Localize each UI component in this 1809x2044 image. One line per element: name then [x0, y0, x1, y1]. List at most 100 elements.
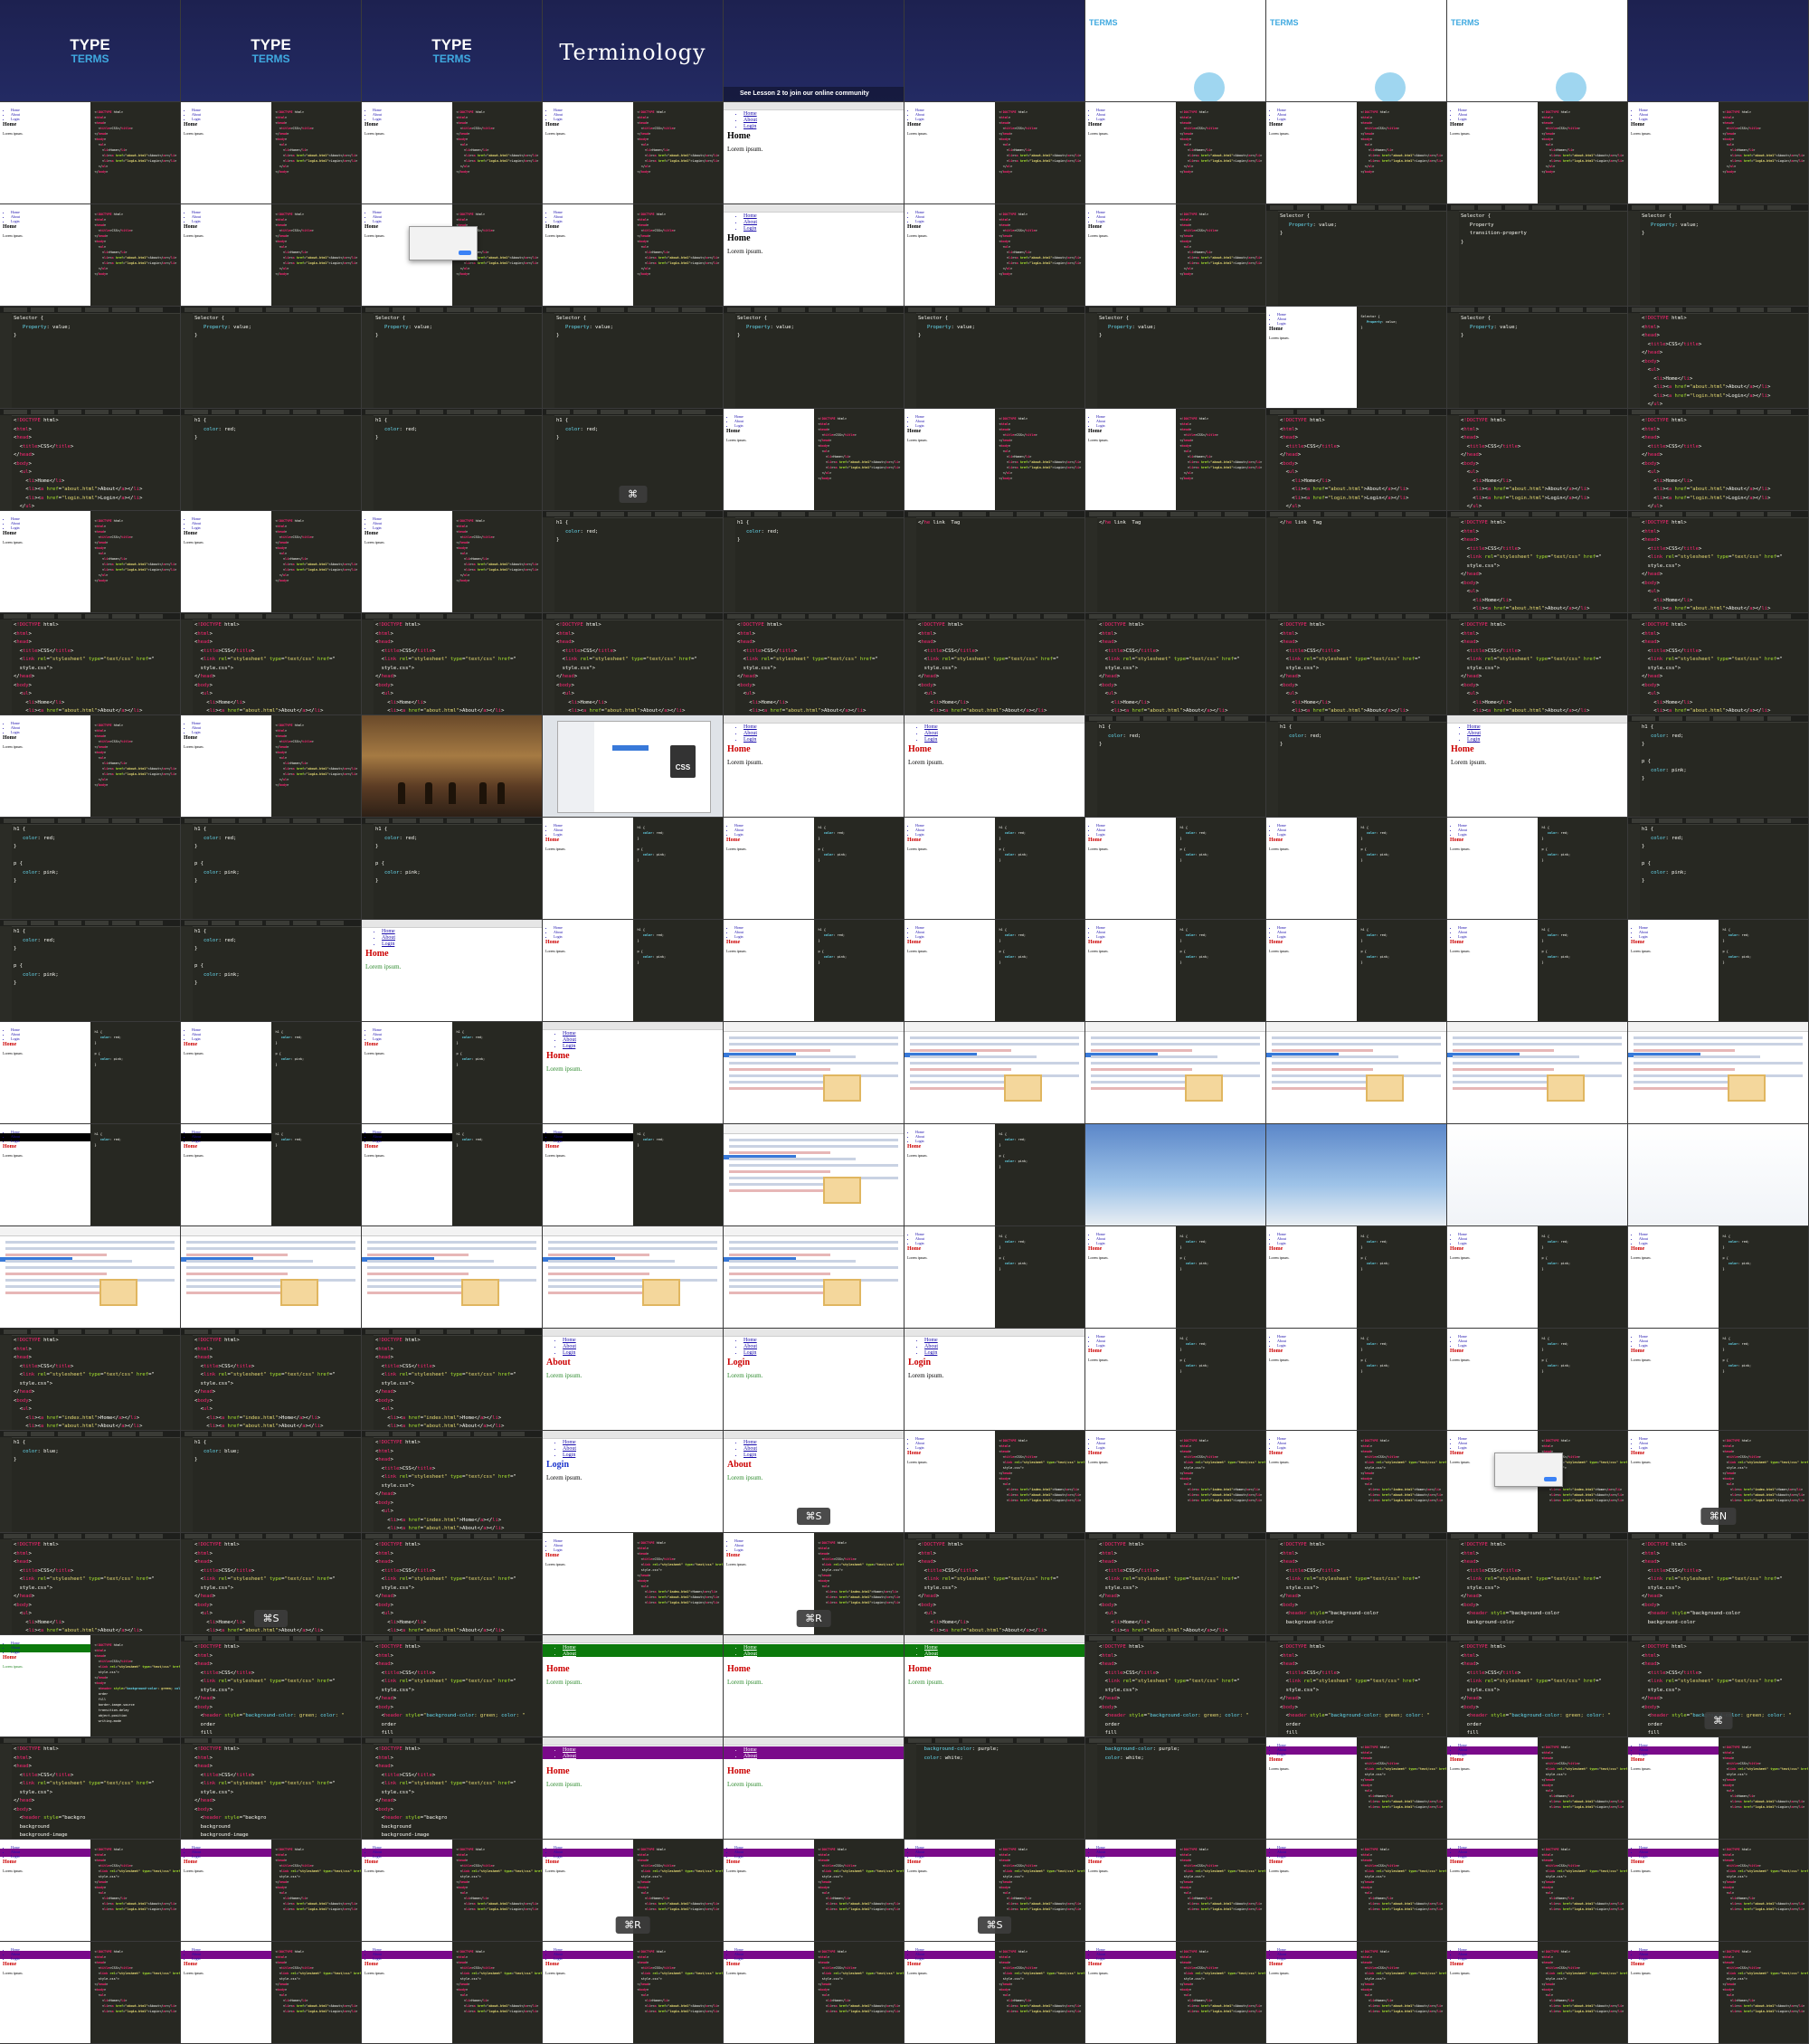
editor-tab-bar[interactable]	[1447, 307, 1627, 314]
nav-link[interactable]: Login	[1277, 1752, 1286, 1756]
editor-tab-bar[interactable]	[0, 1533, 180, 1540]
editor-tab-bar[interactable]	[904, 613, 1084, 620]
editor-tab-bar[interactable]	[1266, 715, 1446, 723]
save-dialog[interactable]	[1494, 1453, 1563, 1487]
editor-tab-bar[interactable]	[0, 818, 180, 825]
code-text[interactable]: <!DOCTYPE html> <html> <head> <title>CSS…	[1642, 417, 1804, 510]
nav-link[interactable]: Login	[1639, 117, 1648, 121]
browser-toolbar[interactable]	[543, 1022, 723, 1030]
code-text[interactable]: <!DOCTYPE html> <html> <head> <title>CSS…	[999, 109, 1084, 175]
nav-link[interactable]: Login	[1277, 1854, 1286, 1859]
nav-link[interactable]: Login	[554, 832, 563, 837]
browser-toolbar[interactable]	[724, 715, 904, 724]
nav-link[interactable]: About	[924, 1651, 938, 1658]
nav-link[interactable]: Login	[11, 1956, 20, 1961]
code-text[interactable]: </he link Tag	[1280, 519, 1443, 528]
nav-link[interactable]: Login	[382, 942, 395, 948]
editor-tab-bar[interactable]	[1266, 204, 1446, 212]
code-text[interactable]: h1 { color: red; } p { color: pink; }	[1723, 1336, 1807, 1374]
code-text[interactable]: h1 { color: red; } p { color: pink; }	[375, 826, 538, 886]
nav-link[interactable]: Login	[192, 1036, 201, 1041]
nav-link[interactable]: About	[743, 118, 757, 124]
nav-link[interactable]: Login	[11, 1650, 20, 1654]
editor-tab-bar[interactable]	[0, 409, 180, 416]
nav-link[interactable]: About	[743, 220, 757, 226]
editor-tab-bar[interactable]	[0, 307, 180, 314]
code-text[interactable]: <!DOCTYPE html> <html> <head> <title>CSS…	[14, 1746, 176, 1839]
code-text[interactable]: h1 { color: red; } p { color: pink; }	[194, 928, 357, 989]
nav-link[interactable]: Login	[1458, 934, 1467, 939]
devtools-toolbar[interactable]	[1085, 1022, 1265, 1032]
editor-tab-bar[interactable]	[362, 1737, 542, 1745]
devtools-toolbar[interactable]	[543, 1226, 723, 1236]
code-text[interactable]: <!DOCTYPE html> <html> <head> <title>CSS…	[1180, 416, 1264, 481]
nav-link[interactable]: Home	[743, 724, 757, 731]
editor-tab-bar[interactable]	[362, 307, 542, 314]
nav-link[interactable]: Home	[563, 1031, 576, 1037]
code-text[interactable]: Selector { Property: value; }	[918, 315, 1081, 341]
nav-link[interactable]: Login	[373, 1854, 382, 1859]
nav-link[interactable]: Login	[1096, 423, 1105, 428]
editor-tab-bar[interactable]	[1085, 1737, 1265, 1745]
editor-tab-bar[interactable]	[543, 613, 723, 620]
editor-tab-bar[interactable]	[181, 1431, 361, 1438]
code-text[interactable]: Selector { Property transition-property …	[1461, 213, 1624, 247]
browser-toolbar[interactable]	[904, 715, 1084, 724]
nav-link[interactable]: Login	[1277, 934, 1286, 939]
selected-file[interactable]	[612, 745, 649, 751]
devtools-toolbar[interactable]	[724, 1022, 904, 1032]
code-text[interactable]: h1 { color: red; } p { color: pink; }	[638, 927, 722, 965]
editor-tab-bar[interactable]	[1085, 715, 1265, 723]
save-dialog[interactable]	[409, 226, 478, 260]
code-text[interactable]: h1 { color: red; } p { color: pink; }	[1180, 1234, 1264, 1272]
nav-link[interactable]: Login	[915, 1956, 924, 1961]
nav-link[interactable]: Login	[924, 737, 938, 743]
nav-link[interactable]: Login	[192, 525, 201, 530]
nav-link[interactable]: Home	[563, 1338, 576, 1344]
code-text[interactable]: <!DOCTYPE html> <html> <head> <title>CSS…	[457, 1949, 543, 2014]
nav-link[interactable]: Login	[1277, 117, 1286, 121]
code-text[interactable]: <!DOCTYPE html> <html> <head> <title>CSS…	[1542, 1745, 1628, 1810]
code-text[interactable]: h1 { color: red; } p { color: pink; }	[1723, 927, 1807, 965]
nav-link[interactable]: Login	[192, 1854, 201, 1859]
code-text[interactable]: h1 { color: red; } p { color: pink; }	[999, 927, 1084, 965]
editor-tab-bar[interactable]	[904, 511, 1084, 518]
nav-link[interactable]: Login	[373, 1036, 382, 1041]
code-text[interactable]: Selector { Property: value; }	[1099, 315, 1262, 341]
editor-tab-bar[interactable]	[543, 409, 723, 416]
editor-tab-bar[interactable]	[1266, 613, 1446, 620]
editor-tab-bar[interactable]	[1447, 613, 1627, 620]
nav-link[interactable]: About	[563, 1754, 576, 1760]
nav-link[interactable]: About	[743, 731, 757, 737]
code-text[interactable]: h1 { color: red; } p { color: pink; }	[1361, 1234, 1445, 1272]
editor-tab-bar[interactable]	[0, 1737, 180, 1745]
nav-link[interactable]: Login	[11, 117, 20, 121]
browser-toolbar[interactable]	[543, 1431, 723, 1439]
nav-link[interactable]: Login	[1096, 117, 1105, 121]
code-text[interactable]: <!DOCTYPE html> <html> <head> <title>CSS…	[457, 109, 541, 175]
nav-link[interactable]: About	[743, 1344, 757, 1350]
nav-link[interactable]: About	[563, 1446, 576, 1453]
editor-tab-bar[interactable]	[181, 1533, 361, 1540]
code-text[interactable]: <!DOCTYPE html> <html> <head> <title>CSS…	[1542, 109, 1626, 175]
nav-link[interactable]: Login	[192, 1956, 201, 1961]
code-text[interactable]: <!DOCTYPE html> <html> <head> <title>CSS…	[375, 1746, 538, 1839]
nav-link[interactable]: Login	[915, 1241, 924, 1245]
nav-link[interactable]: Login	[743, 1760, 757, 1766]
nav-link[interactable]: Login	[1096, 1956, 1105, 1961]
nav-link[interactable]: Login	[915, 1445, 924, 1450]
code-text[interactable]: h1 { color: red; } p { color: pink; }	[95, 1029, 179, 1067]
code-text[interactable]: h1 { color: red; } p { color: pink; }	[1723, 1234, 1807, 1272]
nav-link[interactable]: Login	[743, 1453, 757, 1459]
code-text[interactable]: <!DOCTYPE html> <html> <head> <title>CSS…	[638, 109, 722, 175]
nav-link[interactable]: Login	[11, 1139, 20, 1143]
nav-link[interactable]: About	[563, 1651, 576, 1658]
code-text[interactable]: <!DOCTYPE html> <html> <head> <title>CSS…	[1642, 1541, 1804, 1627]
code-text[interactable]: <!DOCTYPE html> <html> <head> <title>CSS…	[1461, 417, 1624, 510]
code-text[interactable]: h1 { color: red; } p { color: pink; }	[1361, 927, 1445, 965]
code-text[interactable]: <!DOCTYPE html> <html> <head> <title>CSS…	[1180, 1949, 1266, 2014]
code-text[interactable]: <!DOCTYPE html> <html> <head> <title>CSS…	[638, 1847, 724, 1912]
code-text[interactable]: <!DOCTYPE html> <html> <head> <title>CSS…	[375, 1541, 538, 1634]
code-text[interactable]: Selector { Property: value; }	[1280, 213, 1443, 239]
code-text[interactable]: <!DOCTYPE html> <html> <head> <title>CSS…	[638, 1540, 724, 1605]
